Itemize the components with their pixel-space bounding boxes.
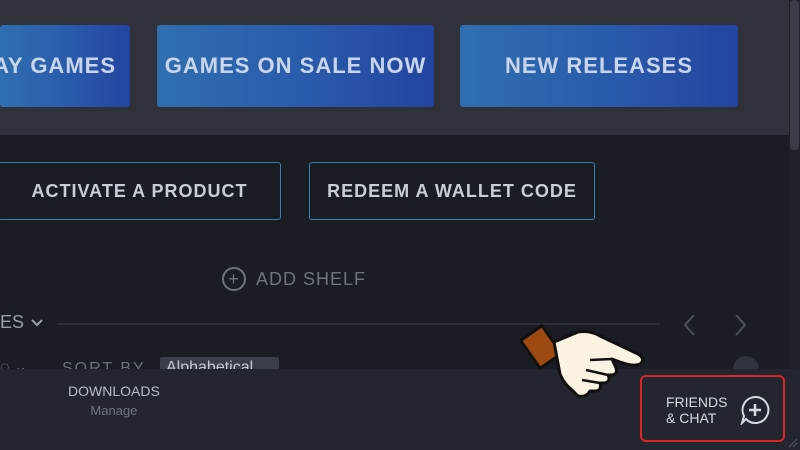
chevron-down-icon[interactable]: ◌ ⌄	[0, 357, 27, 369]
category-label: AY GAMES	[0, 53, 116, 78]
add-shelf-button[interactable]: + ADD SHELF	[222, 266, 366, 292]
shelf-title-text: ES	[0, 312, 25, 332]
category-label: NEW RELEASES	[504, 53, 694, 78]
shelf-next-arrow-icon[interactable]	[730, 312, 750, 338]
sort-row: ◌ ⌄ SORT BY Alphabetical ⌄ ︿	[0, 355, 790, 369]
chevron-down-icon	[31, 318, 43, 326]
chevron-down-icon: ⌄	[259, 360, 273, 369]
sort-select[interactable]: Alphabetical ⌄	[160, 357, 279, 369]
downloads-title: DOWNLOADS	[68, 383, 160, 399]
activate-product-label: ACTIVATE A PRODUCT	[31, 180, 248, 201]
add-shelf-label: ADD SHELF	[256, 268, 367, 289]
chat-plus-icon	[740, 395, 770, 425]
plus-circle-icon: +	[222, 267, 246, 291]
friends-chat-line2: & CHAT	[666, 410, 717, 426]
category-button-games-on-sale[interactable]: GAMES ON SALE NOW	[157, 25, 434, 107]
sort-by-label: SORT BY	[62, 360, 146, 369]
scrollbar-thumb[interactable]	[790, 0, 799, 150]
category-label: GAMES ON SALE NOW	[164, 53, 427, 78]
shelf-title-dropdown[interactable]: ES	[0, 312, 44, 333]
downloads-manage-label: Manage	[90, 403, 138, 418]
pointing-hand-icon	[520, 323, 645, 398]
redeem-wallet-code-button[interactable]: REDEEM A WALLET CODE	[309, 162, 595, 220]
friends-chat-label: FRIENDS & CHAT	[666, 394, 727, 426]
sort-select-value: Alphabetical	[166, 359, 254, 369]
friends-chat-button[interactable]: FRIENDS & CHAT	[640, 375, 785, 442]
downloads-button[interactable]: DOWNLOADS Manage	[68, 383, 160, 418]
resize-grip-icon[interactable]	[786, 436, 798, 448]
category-button-new-releases[interactable]: NEW RELEASES	[460, 25, 738, 107]
friends-chat-line1: FRIENDS	[666, 394, 728, 410]
scroll-to-top-icon[interactable]: ︿	[733, 356, 759, 369]
category-button-play-games[interactable]: AY GAMES	[0, 25, 130, 107]
activate-product-button[interactable]: ACTIVATE A PRODUCT	[0, 162, 281, 220]
redeem-wallet-code-label: REDEEM A WALLET CODE	[327, 180, 577, 201]
shelf-prev-arrow-icon[interactable]	[680, 312, 700, 338]
